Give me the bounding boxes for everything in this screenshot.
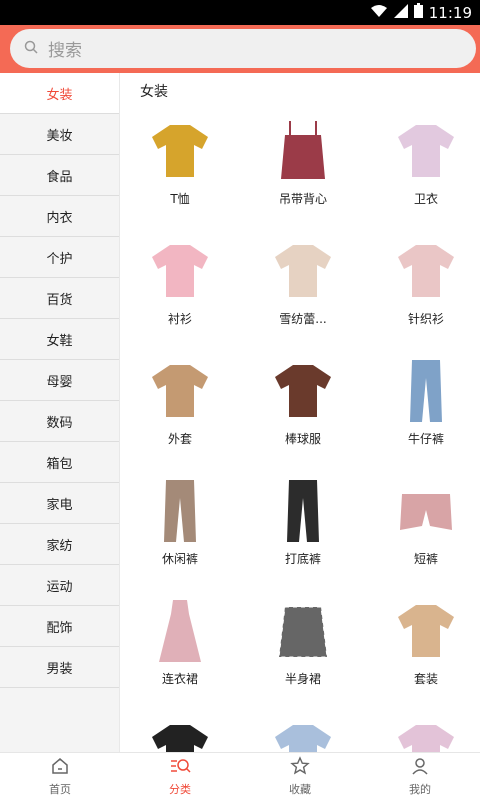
product-category-item[interactable] bbox=[366, 709, 480, 752]
product-category-item[interactable]: 牛仔裤 bbox=[366, 349, 480, 469]
product-category-item[interactable]: 外套 bbox=[120, 349, 240, 469]
sidebar-item-9[interactable]: 箱包 bbox=[0, 442, 119, 483]
wifi-icon bbox=[370, 4, 388, 22]
status-bar: 11:19 bbox=[0, 0, 480, 25]
product-category-item[interactable]: 棒球服 bbox=[243, 349, 363, 469]
product-category-item[interactable]: 短裤 bbox=[366, 469, 480, 589]
product-category-item[interactable]: 休闲裤 bbox=[120, 469, 240, 589]
product-category-label: 休闲裤 bbox=[161, 552, 198, 566]
chiffon-blouse-icon bbox=[267, 235, 339, 307]
product-category-item[interactable] bbox=[120, 709, 240, 752]
dress-icon bbox=[144, 595, 216, 667]
floral-top-icon bbox=[390, 715, 462, 752]
signal-icon bbox=[393, 3, 408, 22]
tab-star[interactable]: 收藏 bbox=[240, 753, 360, 800]
shorts-icon bbox=[390, 475, 462, 547]
sidebar-item-11[interactable]: 家纺 bbox=[0, 524, 119, 565]
product-category-label: 雪纺蕾... bbox=[279, 312, 327, 326]
search-icon bbox=[24, 39, 38, 58]
sidebar-item-7[interactable]: 母婴 bbox=[0, 360, 119, 401]
search-input[interactable]: 搜索 bbox=[10, 29, 476, 68]
sidebar-item-4[interactable]: 个护 bbox=[0, 237, 119, 278]
product-category-label: 牛仔裤 bbox=[407, 432, 444, 446]
home-icon bbox=[50, 756, 70, 781]
product-category-item[interactable] bbox=[243, 709, 363, 752]
sidebar-item-6[interactable]: 女鞋 bbox=[0, 319, 119, 360]
section-title: 女装 bbox=[140, 84, 168, 100]
product-category-label: 卫衣 bbox=[413, 192, 438, 206]
product-category-label: 连衣裙 bbox=[161, 672, 198, 686]
tab-category-search[interactable]: 分类 bbox=[120, 753, 240, 800]
user-icon bbox=[410, 756, 430, 781]
jeans-icon bbox=[390, 355, 462, 427]
tshirt-set-icon bbox=[144, 715, 216, 752]
product-category-label: 半身裙 bbox=[284, 672, 321, 686]
sidebar-item-2[interactable]: 食品 bbox=[0, 155, 119, 196]
header-bar: 搜索 bbox=[0, 25, 480, 73]
product-category-label: 打底裤 bbox=[284, 552, 321, 566]
bomber-jacket-icon bbox=[267, 355, 339, 427]
search-placeholder: 搜索 bbox=[48, 41, 82, 61]
product-category-label: 棒球服 bbox=[284, 432, 321, 446]
sidebar-item-5[interactable]: 百货 bbox=[0, 278, 119, 319]
blouse-icon bbox=[267, 715, 339, 752]
product-category-item[interactable]: 连衣裙 bbox=[120, 589, 240, 709]
star-icon bbox=[290, 756, 310, 781]
sidebar-item-13[interactable]: 配饰 bbox=[0, 606, 119, 647]
product-category-label: T恤 bbox=[170, 192, 190, 206]
product-category-item[interactable]: T恤 bbox=[120, 109, 240, 229]
casual-pants-icon bbox=[144, 475, 216, 547]
tab-user[interactable]: 我的 bbox=[360, 753, 480, 800]
leggings-icon bbox=[267, 475, 339, 547]
sidebar-item-8[interactable]: 数码 bbox=[0, 401, 119, 442]
shirt-icon bbox=[144, 235, 216, 307]
tab-label: 我的 bbox=[409, 783, 431, 796]
product-category-item[interactable]: 雪纺蕾... bbox=[243, 229, 363, 349]
tshirt-icon bbox=[144, 115, 216, 187]
set-icon bbox=[390, 595, 462, 667]
cardigan-icon bbox=[390, 235, 462, 307]
product-category-item[interactable]: 半身裙 bbox=[243, 589, 363, 709]
sidebar-item-0[interactable]: 女装 bbox=[0, 73, 119, 114]
product-category-label: 衬衫 bbox=[167, 312, 192, 326]
category-sidebar: 女装 美妆 食品 内衣 个护 百货 女鞋 母婴 数码 箱包 家电 家纺 运动 配饰 男装 bbox=[0, 73, 120, 752]
product-category-label: 套装 bbox=[413, 672, 438, 686]
product-category-item[interactable]: 打底裤 bbox=[243, 469, 363, 589]
product-category-label: 吊带背心 bbox=[278, 192, 327, 206]
product-category-label: 短裤 bbox=[413, 552, 438, 566]
tab-label: 首页 bbox=[49, 783, 71, 796]
sidebar-item-12[interactable]: 运动 bbox=[0, 565, 119, 606]
sidebar-item-1[interactable]: 美妆 bbox=[0, 114, 119, 155]
tab-label: 收藏 bbox=[289, 783, 311, 796]
sidebar-item-10[interactable]: 家电 bbox=[0, 483, 119, 524]
battery-icon bbox=[413, 3, 423, 22]
tab-home[interactable]: 首页 bbox=[0, 753, 120, 800]
product-category-label: 针织衫 bbox=[407, 312, 444, 326]
product-category-item[interactable]: 针织衫 bbox=[366, 229, 480, 349]
product-category-item[interactable]: 衬衫 bbox=[120, 229, 240, 349]
category-content: 女装 T恤 吊带背心 卫衣衬衫 雪纺蕾... 针织衫外套 棒球服 牛仔裤休闲裤 打底裤 短裤连衣… bbox=[120, 73, 480, 752]
bottom-tab-bar: 首页 分类 收藏 我的 bbox=[0, 752, 480, 800]
coat-icon bbox=[144, 355, 216, 427]
category-search-icon bbox=[169, 756, 191, 781]
sidebar-item-14[interactable]: 男装 bbox=[0, 647, 119, 688]
product-category-label: 外套 bbox=[167, 432, 192, 446]
product-category-item[interactable]: 卫衣 bbox=[366, 109, 480, 229]
status-time: 11:19 bbox=[428, 3, 472, 22]
camisole-icon bbox=[267, 115, 339, 187]
product-category-item[interactable]: 吊带背心 bbox=[243, 109, 363, 229]
sweatshirt-icon bbox=[390, 115, 462, 187]
skirt-icon bbox=[267, 595, 339, 667]
tab-label: 分类 bbox=[169, 783, 191, 796]
product-category-item[interactable]: 套装 bbox=[366, 589, 480, 709]
sidebar-item-3[interactable]: 内衣 bbox=[0, 196, 119, 237]
